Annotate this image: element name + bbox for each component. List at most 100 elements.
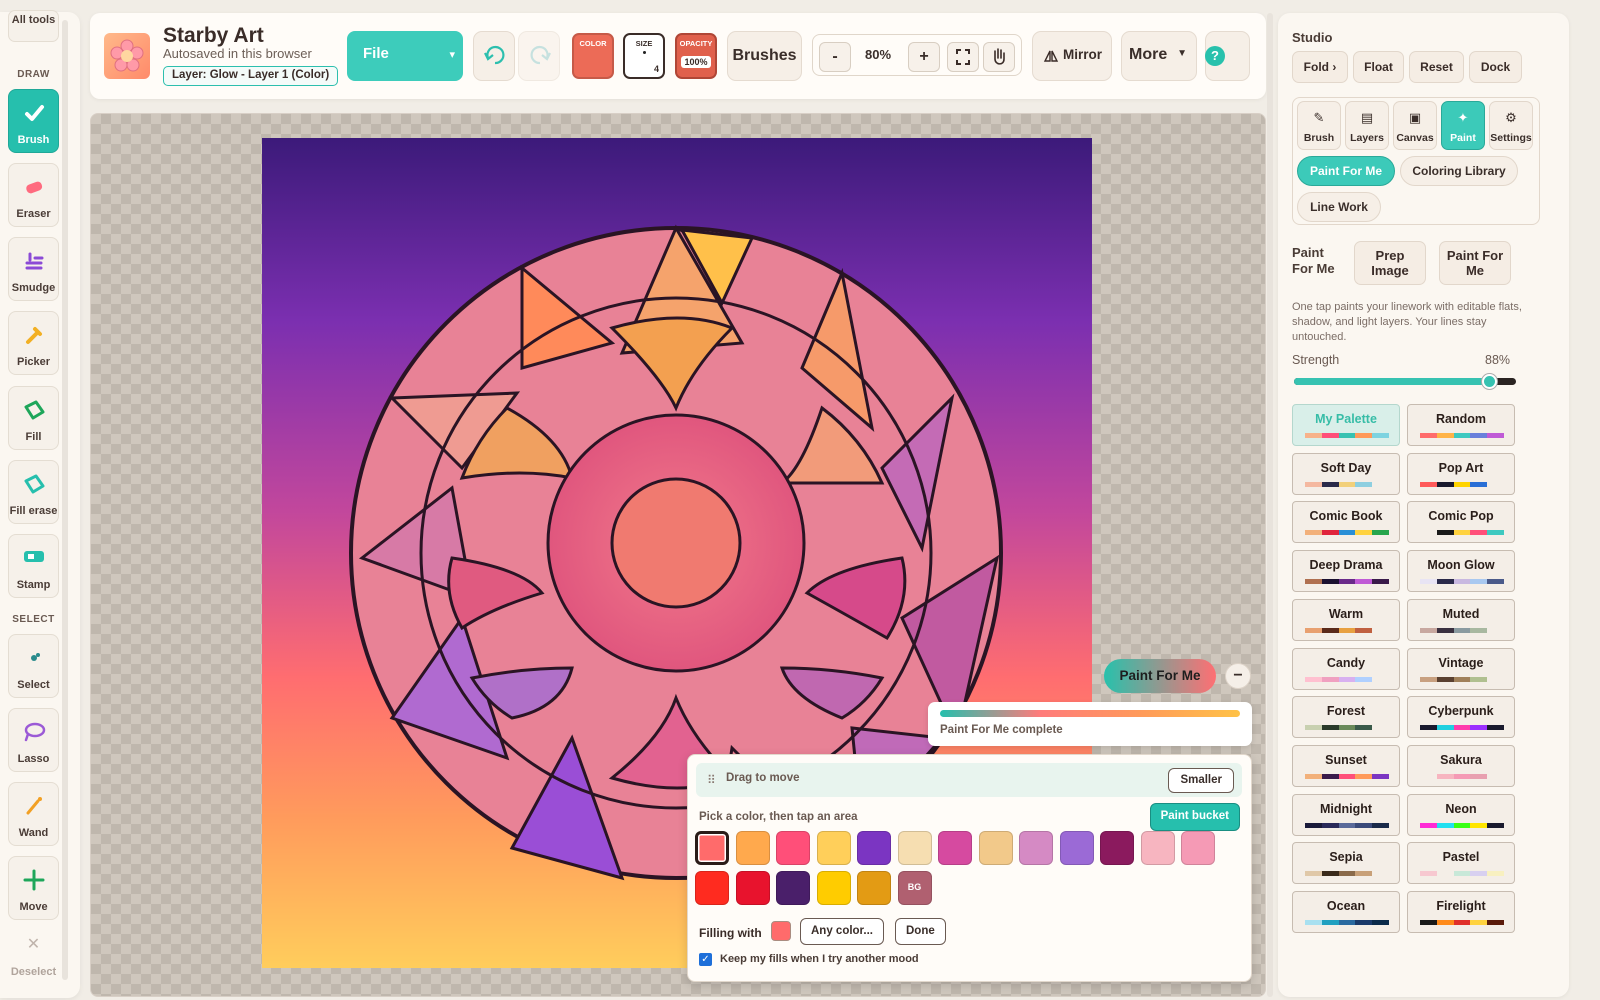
paint-for-me-action-button[interactable]: Paint For Me bbox=[1439, 241, 1511, 285]
subtab-line-work[interactable]: Line Work bbox=[1297, 192, 1381, 222]
brush-size-button[interactable]: SIZE 4 bbox=[623, 33, 665, 79]
palette-button[interactable]: Pastel bbox=[1407, 842, 1515, 885]
palette-button[interactable]: Deep Drama bbox=[1292, 550, 1400, 593]
color-swatch[interactable] bbox=[1019, 831, 1053, 865]
zoom-in-button[interactable]: + bbox=[908, 42, 940, 72]
zoom-out-button[interactable]: - bbox=[819, 42, 851, 72]
deselect-tool-button[interactable]: ✕ Deselect bbox=[8, 930, 59, 984]
color-swatch[interactable] bbox=[1181, 831, 1215, 865]
select-tool-button[interactable]: Select bbox=[8, 634, 59, 698]
undo-button[interactable] bbox=[473, 31, 515, 81]
drag-handle[interactable]: ⠿ Drag to move Smaller bbox=[696, 763, 1242, 797]
color-swatch[interactable] bbox=[938, 831, 972, 865]
mirror-button[interactable]: Mirror bbox=[1032, 31, 1112, 81]
dock-button[interactable]: Dock bbox=[1469, 51, 1522, 83]
all-tools-button[interactable]: All tools bbox=[8, 10, 59, 42]
panel-scrollbar[interactable] bbox=[1267, 13, 1273, 997]
more-menu-button[interactable]: More ▼ bbox=[1121, 31, 1197, 81]
color-swatch[interactable] bbox=[816, 831, 851, 865]
picker-tool-button[interactable]: Picker bbox=[8, 311, 59, 375]
current-layer-pill[interactable]: Layer: Glow - Layer 1 (Color) bbox=[163, 66, 339, 86]
palette-button[interactable]: Moon Glow bbox=[1407, 550, 1515, 593]
minimize-button[interactable]: − bbox=[1225, 663, 1251, 689]
palette-button[interactable]: Warm bbox=[1292, 598, 1400, 641]
color-swatch[interactable] bbox=[695, 831, 729, 865]
tab-layers[interactable]: ▤ Layers bbox=[1345, 101, 1389, 150]
sidebar-scrollbar[interactable] bbox=[62, 20, 68, 980]
eraser-tool-button[interactable]: Eraser bbox=[8, 163, 59, 227]
paint-for-me-floating-button[interactable]: Paint For Me bbox=[1104, 659, 1216, 693]
stamp-tool-button[interactable]: Stamp bbox=[8, 534, 59, 598]
color-swatch[interactable] bbox=[897, 831, 932, 865]
color-swatch[interactable] bbox=[735, 871, 770, 905]
brushes-button[interactable]: Brushes bbox=[727, 31, 802, 81]
done-button[interactable]: Done bbox=[895, 918, 946, 945]
color-swatch[interactable] bbox=[816, 871, 851, 905]
subtab-coloring-library[interactable]: Coloring Library bbox=[1400, 156, 1518, 186]
any-color-button[interactable]: Any color... bbox=[800, 918, 884, 945]
color-swatch[interactable] bbox=[695, 871, 729, 905]
zoom-level: 80% bbox=[864, 47, 892, 62]
palette-button[interactable]: Firelight bbox=[1407, 891, 1515, 933]
smudge-tool-button[interactable]: Smudge bbox=[8, 237, 59, 301]
palette-button[interactable]: Forest bbox=[1292, 696, 1400, 739]
color-swatch-button[interactable]: COLOR bbox=[572, 33, 614, 79]
help-icon[interactable]: ? bbox=[1205, 46, 1225, 66]
palette-button[interactable]: Candy bbox=[1292, 647, 1400, 690]
color-swatch[interactable] bbox=[776, 831, 810, 865]
palette-button[interactable]: My Palette bbox=[1292, 404, 1400, 446]
palette-button[interactable]: Ocean bbox=[1292, 891, 1400, 933]
color-swatch[interactable] bbox=[1059, 831, 1094, 865]
palette-button[interactable]: Cyberpunk bbox=[1407, 696, 1515, 739]
palette-button[interactable]: Pop Art bbox=[1407, 452, 1515, 495]
wand-tool-button[interactable]: Wand bbox=[8, 782, 59, 846]
palette-button[interactable]: Vintage bbox=[1407, 647, 1515, 690]
keep-fills-checkbox[interactable]: ✓ bbox=[699, 953, 712, 966]
palette-button[interactable]: Random bbox=[1407, 404, 1515, 446]
palette-color-chip bbox=[1338, 530, 1356, 536]
redo-button[interactable] bbox=[518, 31, 560, 81]
fill-erase-tool-button[interactable]: Fill erase bbox=[8, 460, 59, 524]
strength-slider-thumb[interactable] bbox=[1482, 374, 1498, 389]
pan-hand-button[interactable] bbox=[983, 42, 1015, 72]
color-swatch[interactable] bbox=[857, 871, 891, 905]
lasso-tool-button[interactable]: Lasso bbox=[8, 708, 59, 772]
color-swatch[interactable] bbox=[857, 831, 891, 865]
palette-button[interactable]: Sunset bbox=[1292, 744, 1400, 787]
prep-image-button[interactable]: Prep Image bbox=[1354, 241, 1426, 285]
palette-button[interactable]: Neon bbox=[1407, 793, 1515, 836]
palette-button[interactable]: Muted bbox=[1407, 598, 1515, 641]
color-swatch[interactable] bbox=[1140, 831, 1175, 865]
smaller-button[interactable]: Smaller bbox=[1168, 768, 1234, 793]
palette-button[interactable]: Comic Pop bbox=[1407, 501, 1515, 544]
tab-settings[interactable]: ⚙ Settings bbox=[1489, 101, 1533, 150]
tab-brush[interactable]: ✎ Brush bbox=[1297, 101, 1341, 150]
brush-tool-button[interactable]: Brush bbox=[8, 89, 59, 153]
sparkle-icon: ✦ bbox=[1457, 110, 1469, 125]
reset-button[interactable]: Reset bbox=[1409, 51, 1464, 83]
move-tool-button[interactable]: Move bbox=[8, 856, 59, 920]
fold-button[interactable]: Fold › bbox=[1292, 51, 1348, 83]
subtab-paint-for-me[interactable]: Paint For Me bbox=[1297, 156, 1395, 186]
background-color-swatch[interactable]: BG bbox=[897, 871, 932, 905]
color-swatch[interactable] bbox=[735, 831, 770, 865]
palette-button[interactable]: Comic Book bbox=[1292, 501, 1400, 544]
tab-canvas[interactable]: ▣ Canvas bbox=[1393, 101, 1437, 150]
file-menu-button[interactable]: File ▾ bbox=[347, 31, 463, 81]
float-button[interactable]: Float bbox=[1353, 51, 1404, 83]
tab-paint[interactable]: ✦ Paint bbox=[1441, 101, 1485, 150]
palette-color-chip bbox=[1420, 627, 1437, 633]
palette-button[interactable]: Sakura bbox=[1407, 744, 1515, 787]
color-label: COLOR bbox=[579, 39, 607, 48]
color-swatch[interactable] bbox=[776, 871, 810, 905]
color-swatch[interactable] bbox=[978, 831, 1013, 865]
palette-button[interactable]: Midnight bbox=[1292, 793, 1400, 836]
paint-bucket-button[interactable]: Paint bucket bbox=[1149, 803, 1240, 831]
color-swatch[interactable] bbox=[1100, 831, 1134, 865]
fill-tool-button[interactable]: Fill bbox=[8, 386, 59, 450]
palette-button[interactable]: Soft Day bbox=[1292, 452, 1400, 495]
fit-screen-button[interactable] bbox=[947, 42, 979, 72]
palette-button[interactable]: Sepia bbox=[1292, 842, 1400, 885]
strength-slider[interactable] bbox=[1294, 374, 1516, 389]
opacity-button[interactable]: OPACITY 100% bbox=[675, 33, 717, 79]
